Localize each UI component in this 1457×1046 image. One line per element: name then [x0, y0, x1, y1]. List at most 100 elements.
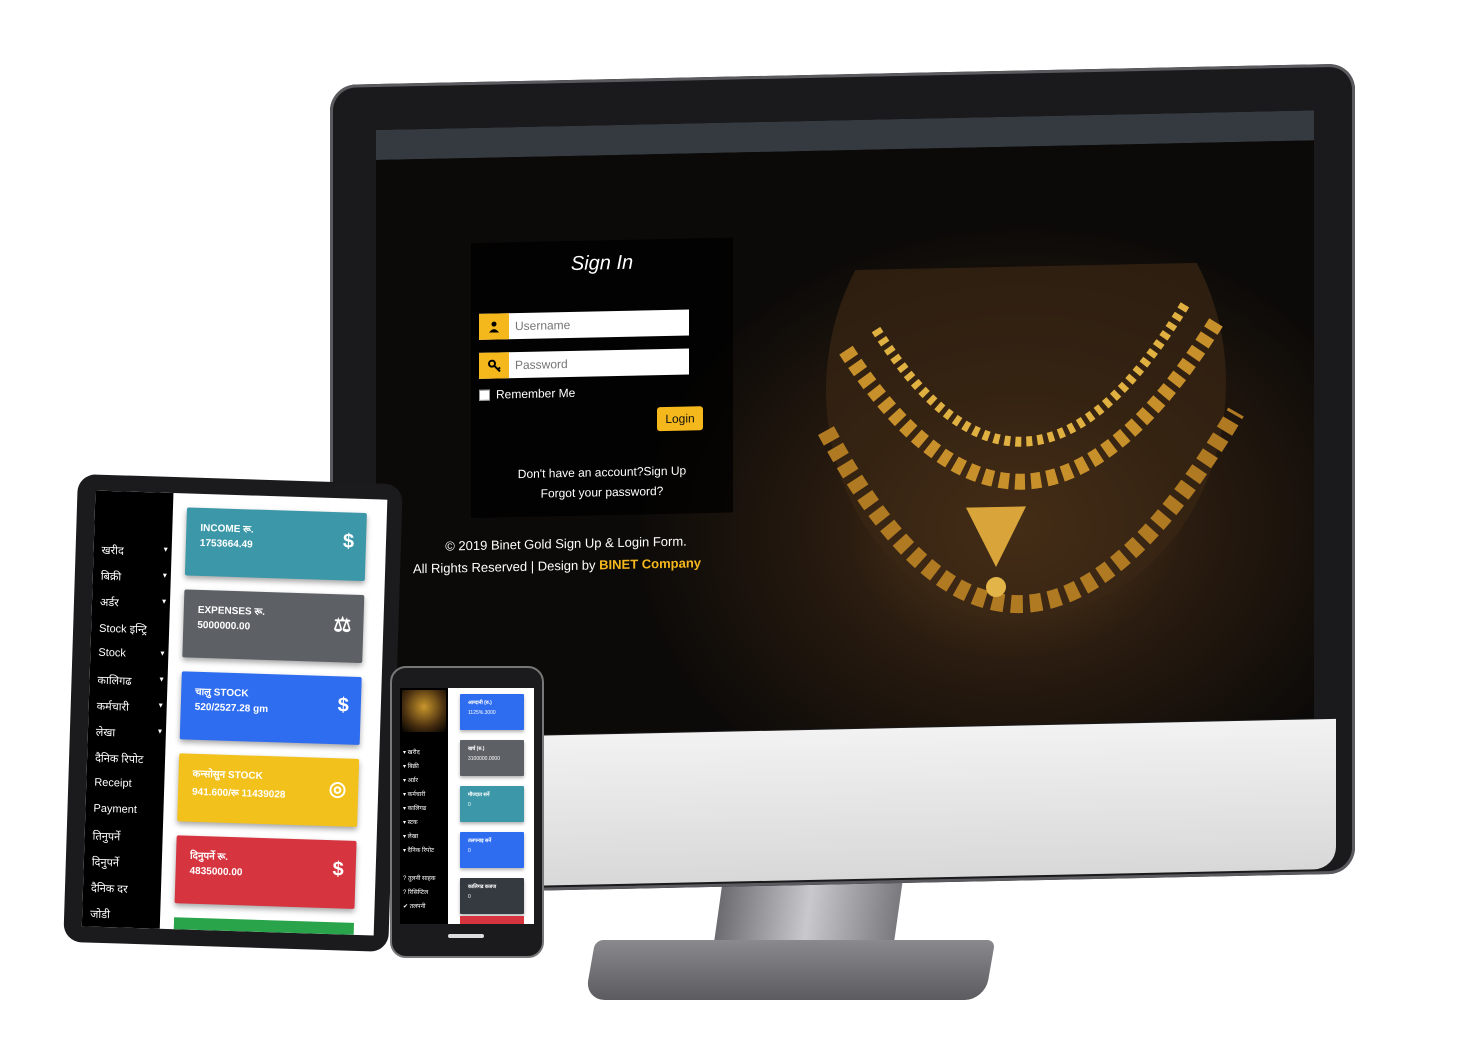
remember-label: Remember Me: [496, 385, 576, 402]
tablet-nav-label: Receipt: [94, 776, 132, 790]
phone-screen: ▾ खरीद ▾ बिक्री ▾ अर्डर ▾ कर्मचारी ▾ कालिगढ ▾…: [400, 688, 534, 924]
tablet-nav-item[interactable]: खरीद ▾: [101, 543, 167, 560]
username-input[interactable]: [511, 309, 693, 340]
phone-summary-card[interactable]: तलपनाइ सर्ने 0: [460, 832, 524, 868]
tablet-summary-card[interactable]: EXPENSES रू. 5000000.00 ⚖: [182, 589, 365, 664]
tablet-nav-label: तिनुपर्ने: [92, 830, 121, 844]
phone-summary-card-partial: [460, 916, 524, 924]
signup-link[interactable]: Don't have an account?Sign Up: [471, 463, 733, 482]
tablet-nav-label: खरीद: [101, 544, 124, 558]
phone-nav-item[interactable]: ? रिसिप्टिल: [403, 888, 447, 896]
phone-nav-item[interactable]: ▾ अर्डर: [403, 776, 447, 784]
phone-nav-item[interactable]: ▾ कालिगढ: [403, 804, 447, 812]
card-title: कालिगढ कजज: [468, 884, 497, 890]
tablet-nav-item[interactable]: दैनिक रिपोट: [95, 751, 161, 768]
card-title: दिनुपर्ने रू.: [189, 850, 229, 863]
login-button[interactable]: Login: [657, 406, 703, 432]
scale-icon: ⚖: [333, 614, 352, 637]
tablet-nav-item[interactable]: तिनुपर्ने: [92, 829, 158, 846]
card-value: 0: [468, 894, 471, 900]
tablet-nav-label: जोडी: [89, 908, 111, 922]
chevron-down-icon: ▾: [163, 544, 168, 554]
card-value: 941.600/रू 11439028: [191, 786, 286, 801]
username-field[interactable]: [479, 309, 693, 340]
card-value: 520/2527.28 gm: [194, 701, 269, 716]
card-title: चालु STOCK: [195, 686, 249, 700]
card-value: 5000000.00: [197, 619, 251, 633]
tablet-nav-label: Stock: [98, 646, 127, 660]
phone-nav-item[interactable]: ▾ कर्मचारी: [403, 790, 447, 798]
card-title: मौज्दात सर्ने: [468, 792, 490, 798]
tablet-nav-item[interactable]: Stock इन्ट्रि: [99, 621, 165, 638]
card-title: आम्दानी (रु.): [468, 700, 492, 706]
card-title: INCOME रू.: [200, 522, 254, 536]
card-title: तलपनाइ सर्ने: [468, 838, 492, 844]
tablet-summary-card[interactable]: चालु STOCK 520/2527.28 gm $: [179, 671, 362, 745]
tablet-nav-label: लेखा: [95, 726, 116, 740]
monitor-stand-base: [584, 940, 996, 1000]
card-title: कन्सोसुन STOCK: [192, 768, 263, 782]
card-value: 0: [468, 802, 471, 808]
signin-title: Sign In: [570, 251, 634, 275]
phone-device: ▾ खरीद ▾ बिक्री ▾ अर्डर ▾ कर्मचारी ▾ कालिगढ ▾…: [390, 666, 544, 958]
tablet-nav-label: दैनिक दर: [90, 882, 128, 896]
remember-checkbox[interactable]: [479, 389, 490, 401]
tablet-screen: खरीद ▾ बिक्री ▾ अर्डर ▾ Stock इन्ट्रि Stock ▾ काल…: [81, 490, 388, 936]
card-value: 0: [468, 848, 471, 854]
card-value: 4835000.00: [189, 865, 243, 879]
phone-nav-item[interactable]: ▾ स्टक: [403, 818, 447, 826]
phone-nav-item[interactable]: ✔ तलपनी: [403, 902, 447, 910]
tablet-nav-item[interactable]: Payment: [93, 803, 159, 817]
brand-link[interactable]: BINET Company: [599, 555, 701, 572]
phone-summary-card[interactable]: खर्च (रु.) 3100000.0000: [460, 740, 524, 776]
desktop-screen: Sign In Remember Me Login Don't have an …: [376, 110, 1314, 739]
user-icon: [479, 313, 509, 340]
tablet-nav-item[interactable]: जोडी: [90, 907, 156, 924]
chevron-down-icon: ▾: [158, 700, 163, 710]
chevron-down-icon: ▾: [159, 674, 164, 684]
dollar-icon: $: [332, 858, 345, 881]
phone-nav-item[interactable]: ▾ दैनिक रिपोट: [403, 846, 447, 854]
tablet-nav-item[interactable]: Receipt: [94, 777, 160, 791]
dollar-icon: $: [342, 530, 355, 553]
tablet-summary-card-partial: [173, 917, 355, 935]
phone-summary-card[interactable]: कालिगढ कजज 0: [460, 878, 524, 914]
tablet-nav-item[interactable]: लेखा ▾: [96, 725, 162, 742]
remember-me[interactable]: Remember Me: [479, 386, 575, 402]
tablet-nav-label: बिक्री: [100, 570, 122, 584]
tablet-nav-label: अर्डर: [99, 596, 119, 610]
tablet-nav-item[interactable]: कालिगढ ▾: [97, 673, 163, 690]
tablet-summary-card[interactable]: दिनुपर्ने रू. 4835000.00 $: [174, 835, 357, 909]
phone-nav-item[interactable]: ▾ लेखा: [403, 832, 447, 840]
forgot-password-link[interactable]: Forgot your password?: [471, 483, 733, 502]
card-value: 1753664.49: [199, 537, 253, 551]
tablet-nav-label: दिनुपर्ने: [91, 856, 120, 870]
password-field[interactable]: [479, 348, 693, 379]
phone-nav-item[interactable]: ▾ खरीद: [403, 748, 447, 756]
phone-summary-card[interactable]: मौज्दात सर्ने 0: [460, 786, 524, 822]
tablet-summary-card[interactable]: कन्सोसुन STOCK 941.600/रू 11439028 ◎: [177, 753, 360, 827]
tablet-sidebar: खरीद ▾ बिक्री ▾ अर्डर ▾ Stock इन्ट्रि Stock ▾ काल…: [81, 490, 174, 929]
tablet-nav-label: दैनिक रिपोट: [94, 752, 144, 767]
phone-nav-item[interactable]: ▾ बिक्री: [403, 762, 447, 770]
tablet-nav-item[interactable]: दैनिक दर: [91, 881, 157, 898]
tablet-nav-label: कालिगढ: [97, 674, 132, 688]
signin-panel: Sign In Remember Me Login Don't have an …: [471, 237, 733, 519]
tablet-nav-item[interactable]: Stock ▾: [98, 647, 164, 661]
necklace-logo: [402, 690, 446, 732]
tablet-nav-item[interactable]: कर्मचारी ▾: [96, 699, 163, 716]
phone-sidebar: ▾ खरीद ▾ बिक्री ▾ अर्डर ▾ कर्मचारी ▾ कालिगढ ▾…: [400, 688, 448, 924]
card-value: 1125%.3000: [468, 710, 496, 716]
tablet-summary-card[interactable]: INCOME रू. 1753664.49 $: [184, 507, 367, 582]
phone-nav-item[interactable]: ? तुलनी साहक: [403, 874, 447, 882]
card-title: EXPENSES रू.: [197, 604, 266, 618]
tablet-nav-item[interactable]: बिक्री ▾: [101, 569, 167, 586]
tablet-nav-label: कर्मचारी: [96, 700, 130, 714]
tablet-nav-item[interactable]: दिनुपर्ने: [92, 855, 158, 872]
phone-summary-card[interactable]: आम्दानी (रु.) 1125%.3000: [460, 694, 524, 730]
chevron-down-icon: ▾: [157, 726, 163, 736]
password-input[interactable]: [511, 348, 693, 379]
key-icon: [479, 352, 509, 379]
tablet-nav-item[interactable]: अर्डर ▾: [100, 595, 166, 612]
card-value: 3100000.0000: [468, 756, 500, 762]
